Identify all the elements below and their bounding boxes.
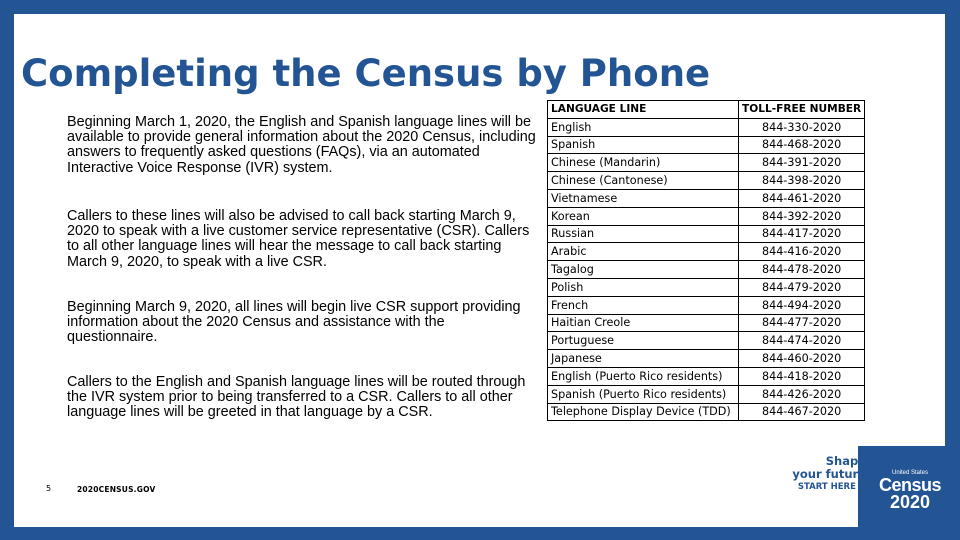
table-header-row: LANGUAGE LINE TOLL-FREE NUMBER (547, 100, 866, 119)
toll-free-number-cell: 844-467-2020 (737, 402, 866, 422)
language-name-cell: Polish (547, 277, 739, 297)
language-name-cell: Chinese (Cantonese) (547, 171, 739, 190)
table-row: Chinese (Cantonese) 844-398-2020 (547, 171, 866, 190)
language-name-cell: English (547, 117, 739, 137)
language-name-cell: Spanish (547, 135, 739, 155)
table-body: English 844-330-2020 Spanish 844-468-2020 Ch… (547, 117, 866, 422)
toll-free-number-cell: 844-468-2020 (737, 135, 866, 155)
table-row: Polish 844-479-2020 (547, 277, 866, 297)
table-row: French 844-494-2020 (547, 295, 866, 315)
language-name-cell: Japanese (547, 349, 739, 368)
paragraph-ivr-availability: Beginning March 1, 2020, the English and… (67, 114, 536, 176)
language-name-cell: Vietnamese (547, 188, 739, 208)
start-here-link[interactable]: START HERE > (792, 481, 866, 494)
toll-free-number-cell: 844-392-2020 (737, 206, 866, 226)
language-name-cell: French (547, 295, 739, 315)
toll-free-number-cell: 844-460-2020 (737, 349, 866, 368)
toll-free-number-cell: 844-426-2020 (737, 384, 866, 404)
table-row: Korean 844-392-2020 (547, 206, 866, 226)
toll-free-number-cell: 844-478-2020 (737, 260, 866, 279)
table-row: Russian 844-417-2020 (547, 224, 866, 244)
language-name-cell: Haitian Creole (547, 313, 739, 333)
table-row: Vietnamese 844-461-2020 (547, 188, 866, 208)
language-name-cell: Korean (547, 206, 739, 226)
table-row: Tagalog 844-478-2020 (547, 260, 866, 279)
table-row: Spanish (Puerto Rico residents) 844-426-2… (547, 384, 866, 404)
language-name-cell: Tagalog (547, 260, 739, 279)
toll-free-number-cell: 844-477-2020 (737, 313, 866, 333)
header-toll-free-number: TOLL-FREE NUMBER (737, 100, 866, 119)
table-row: English 844-330-2020 (547, 117, 866, 137)
table-row: Telephone Display Device (TDD) 844-467-20… (547, 402, 866, 422)
paragraph-routing: Callers to the English and Spanish langu… (67, 374, 526, 421)
language-name-cell: Chinese (Mandarin) (547, 153, 739, 173)
toll-free-number-cell: 844-474-2020 (737, 331, 866, 351)
table-row: Portuguese 844-474-2020 (547, 331, 866, 351)
table-row: Haitian Creole 844-477-2020 (547, 313, 866, 333)
toll-free-number-cell: 844-416-2020 (737, 242, 866, 262)
header-language-line: LANGUAGE LINE (547, 100, 739, 119)
footer-website: 2020CENSUS.GOV (77, 485, 156, 494)
logo-year: 2020 (889, 492, 931, 512)
tagline-line-2: your future (792, 467, 866, 481)
toll-free-number-cell: 844-461-2020 (737, 188, 866, 208)
language-name-cell: Russian (547, 224, 739, 244)
slide-title: Completing the Census by Phone (21, 52, 711, 95)
toll-free-number-cell: 844-418-2020 (737, 366, 866, 386)
language-name-cell: English (Puerto Rico residents) (547, 366, 739, 386)
census-2020-logo: United States Census 2020 (878, 470, 942, 511)
paragraph-live-csr-support: Beginning March 9, 2020, all lines will … (67, 299, 521, 346)
toll-free-number-cell: 844-417-2020 (737, 224, 866, 244)
table-row: Spanish 844-468-2020 (547, 135, 866, 155)
toll-free-number-cell: 844-479-2020 (737, 277, 866, 297)
language-name-cell: Telephone Display Device (TDD) (547, 402, 739, 422)
shape-your-future-tagline: Shape your future START HERE > (792, 455, 866, 494)
language-name-cell: Portuguese (547, 331, 739, 351)
toll-free-number-cell: 844-330-2020 (737, 117, 866, 137)
toll-free-number-cell: 844-494-2020 (737, 295, 866, 315)
table-row: English (Puerto Rico residents) 844-418-2… (547, 366, 866, 386)
paragraph-call-back-advice: Callers to these lines will also be advi… (67, 208, 530, 270)
toll-free-number-cell: 844-398-2020 (737, 171, 866, 190)
page-number: 5 (46, 484, 52, 493)
table-row: Arabic 844-416-2020 (547, 242, 866, 262)
language-name-cell: Arabic (547, 242, 739, 262)
language-name-cell: Spanish (Puerto Rico residents) (547, 384, 739, 404)
language-line-table: LANGUAGE LINE TOLL-FREE NUMBER English 84… (547, 100, 866, 422)
toll-free-number-cell: 844-391-2020 (737, 153, 866, 173)
table-row: Japanese 844-460-2020 (547, 349, 866, 368)
table-row: Chinese (Mandarin) 844-391-2020 (547, 153, 866, 173)
